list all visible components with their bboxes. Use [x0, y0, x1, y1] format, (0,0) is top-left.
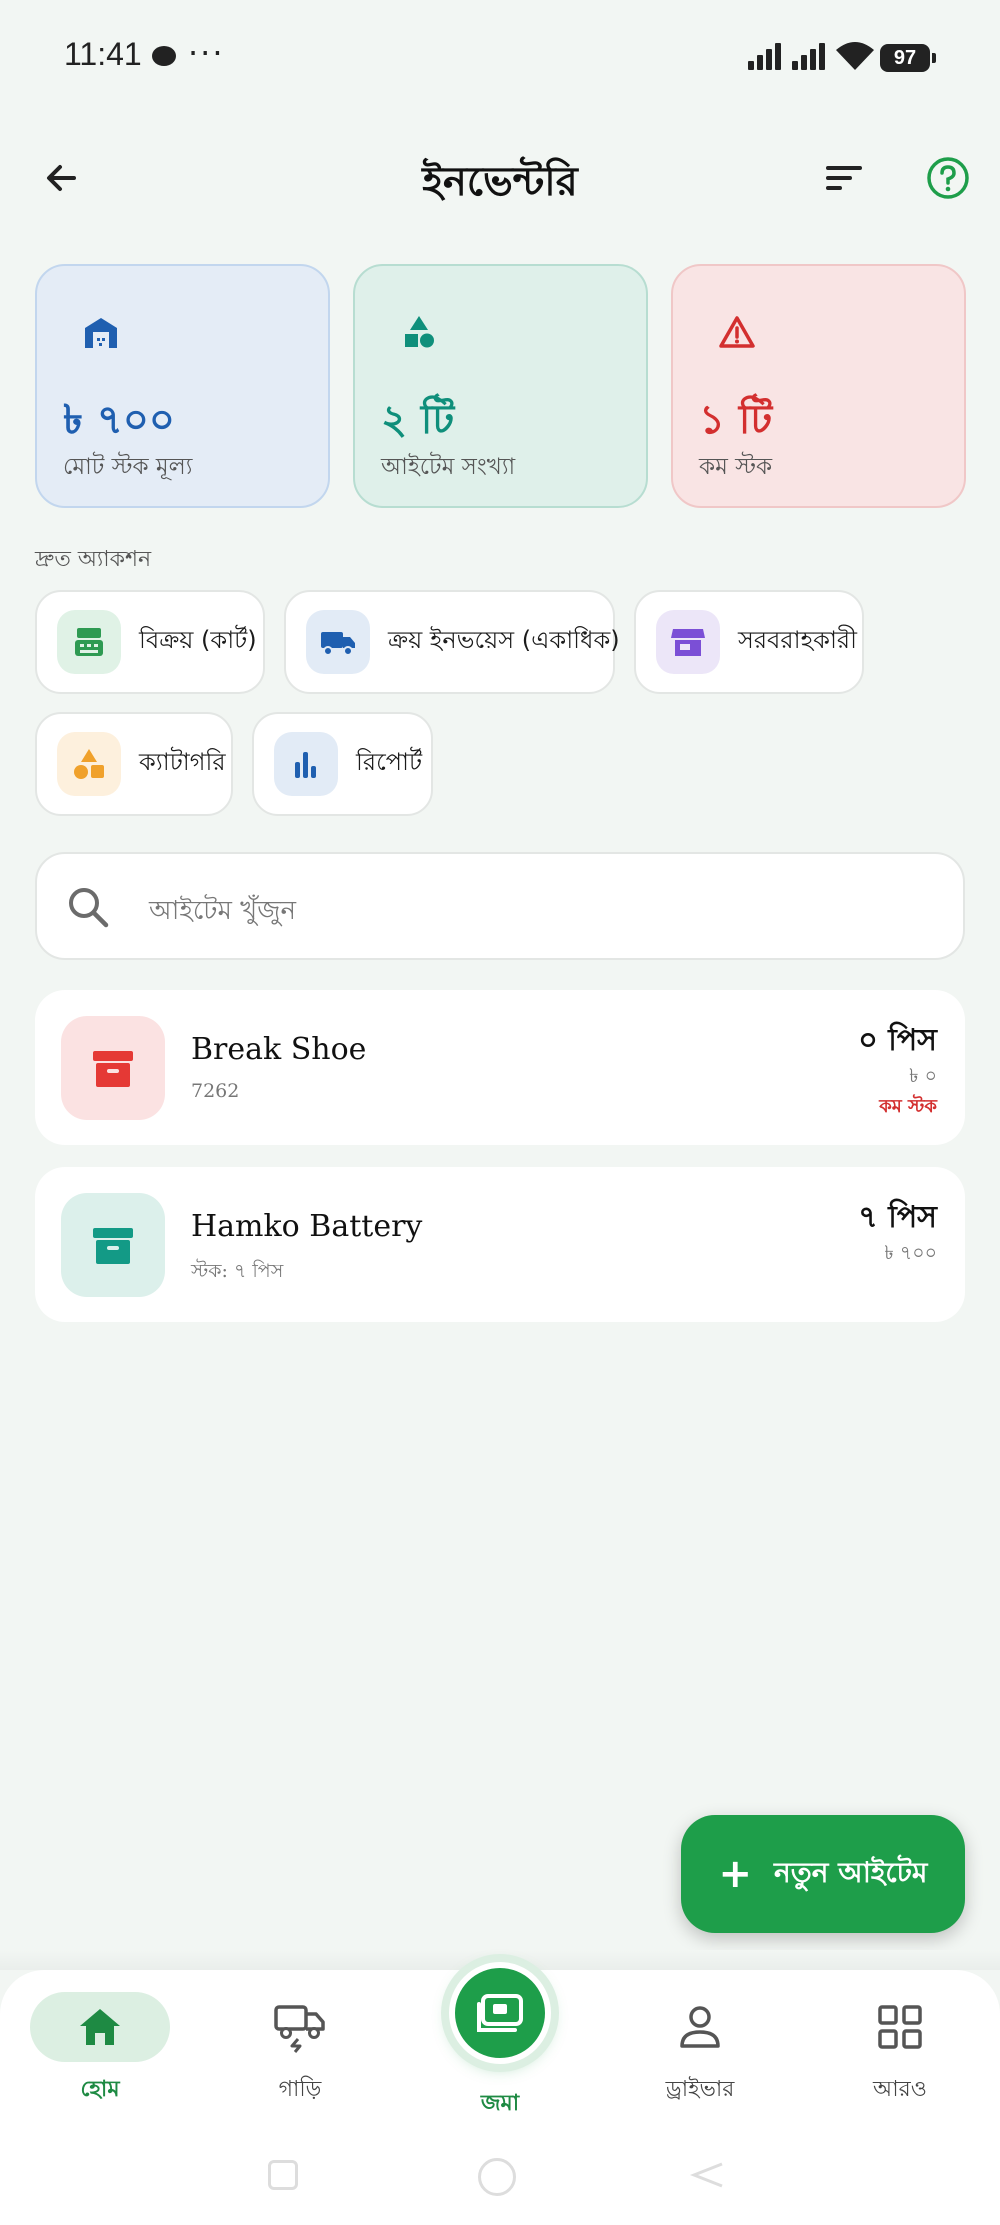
quick-action-sales-cart[interactable]: বিক্রয় (কার্ট) — [35, 590, 265, 694]
stat-label: আইটেম সংখ্যা — [381, 454, 516, 480]
warning-icon — [719, 316, 755, 348]
bar-chart-icon — [274, 732, 338, 796]
plus-icon: + — [718, 1851, 753, 1897]
category-icon — [57, 732, 121, 796]
quick-action-label: রিপোর্ট — [356, 748, 423, 776]
nav-vehicles[interactable]: গাড়ি — [230, 1992, 370, 2112]
archive-box-icon — [61, 1193, 165, 1297]
search-input[interactable]: আইটেম খুঁজুন — [35, 852, 965, 960]
stat-label: মোট স্টক মূল্য — [63, 454, 193, 480]
more-notifications-icon: ··· — [188, 34, 225, 72]
stat-value: ৳ ৭০০ — [63, 397, 175, 443]
cash-register-icon — [57, 610, 121, 674]
stat-card-item-count[interactable]: ২ টি আইটেম সংখ্যা — [353, 264, 648, 508]
nav-label: গাড়ি — [278, 2077, 322, 2102]
low-stock-badge: কম স্টক — [879, 1096, 937, 1117]
nav-label: জমা — [480, 2091, 520, 2116]
sort-icon[interactable] — [822, 156, 866, 200]
search-placeholder: আইটেম খুঁজুন — [149, 896, 297, 926]
back-triangle-icon[interactable] — [690, 2160, 726, 2190]
inventory-item-card[interactable]: Hamko Battery স্টক: ৭ পিস ৭ পিস ৳ ৭০০ — [35, 1167, 965, 1322]
inventory-item-card[interactable]: Break Shoe 7262 ০ পিস ৳ ০ কম স্টক — [35, 990, 965, 1145]
item-name: Hamko Battery — [191, 1209, 423, 1244]
search-icon — [69, 888, 109, 928]
system-navigation-bar — [0, 2150, 1000, 2200]
item-quantity: ৭ পিস — [858, 1200, 937, 1235]
help-icon[interactable] — [924, 154, 972, 202]
deposit-button[interactable] — [449, 1962, 551, 2064]
add-item-label: নতুন আইটেম — [774, 1855, 928, 1889]
stat-label: কম স্টক — [699, 454, 773, 480]
quick-action-purchase-invoice[interactable]: ক্রয় ইনভয়েস (একাধিক) — [284, 590, 620, 694]
home-icon — [30, 1992, 170, 2062]
nav-label: ড্রাইভার — [665, 2077, 735, 2102]
add-item-button[interactable]: + নতুন আইটেম — [681, 1815, 965, 1933]
message-notification-icon — [152, 46, 176, 66]
item-name: Break Shoe — [191, 1032, 367, 1067]
grid-icon — [830, 1992, 970, 2062]
nav-drivers[interactable]: ড্রাইভার — [630, 1992, 770, 2112]
stat-value: ২ টি — [381, 397, 455, 443]
nav-more[interactable]: আরও — [830, 1992, 970, 2112]
quick-action-suppliers[interactable]: সরবরাহকারী — [634, 590, 864, 694]
truck-icon — [230, 1992, 370, 2062]
store-icon — [656, 610, 720, 674]
battery-icon: 97 — [880, 44, 936, 72]
status-time: 11:41 — [64, 36, 142, 72]
archive-box-icon — [61, 1016, 165, 1120]
stat-value: ১ টি — [699, 397, 773, 443]
app-header: ইনভেন্টরি — [0, 130, 1000, 226]
signal-icon — [748, 42, 784, 70]
status-bar: 11:41 ··· 97 — [0, 0, 1000, 115]
home-circle-icon[interactable] — [478, 2158, 516, 2196]
signal-icon — [792, 42, 828, 70]
nav-label: আরও — [873, 2077, 927, 2102]
item-quantity: ০ পিস — [858, 1023, 937, 1058]
stat-card-stock-value[interactable]: ৳ ৭০০ মোট স্টক মূল্য — [35, 264, 330, 508]
warehouse-icon — [85, 318, 117, 348]
truck-icon — [306, 610, 370, 674]
quick-action-label: সরবরাহকারী — [738, 626, 858, 654]
quick-action-category[interactable]: ক্যাটাগরি — [35, 712, 233, 816]
stat-card-low-stock[interactable]: ১ টি কম স্টক — [671, 264, 966, 508]
nav-home[interactable]: হোম — [30, 1992, 170, 2112]
item-stock: স্টক: ৭ পিস — [191, 1260, 284, 1282]
recents-icon[interactable] — [268, 2160, 298, 2190]
item-value: ৳ ০ — [909, 1065, 937, 1087]
item-value: ৳ ৭০০ — [884, 1242, 937, 1264]
shapes-icon — [405, 316, 434, 348]
nav-label: হোম — [80, 2077, 120, 2102]
person-icon — [630, 1992, 770, 2062]
quick-action-label: ক্রয় ইনভয়েস (একাধিক) — [388, 626, 620, 654]
quick-action-label: বিক্রয় (কার্ট) — [139, 626, 257, 654]
quick-action-label: ক্যাটাগরি — [139, 748, 226, 776]
wifi-icon — [836, 42, 874, 70]
quick-action-reports[interactable]: রিপোর্ট — [252, 712, 433, 816]
stats-row: ৳ ৭০০ মোট স্টক মূল্য ২ টি আইটেম সংখ্যা ১… — [35, 264, 966, 508]
quick-actions-title: দ্রুত অ্যাকশন — [35, 547, 152, 572]
cash-icon — [477, 1994, 523, 2032]
item-code: 7262 — [191, 1080, 240, 1102]
